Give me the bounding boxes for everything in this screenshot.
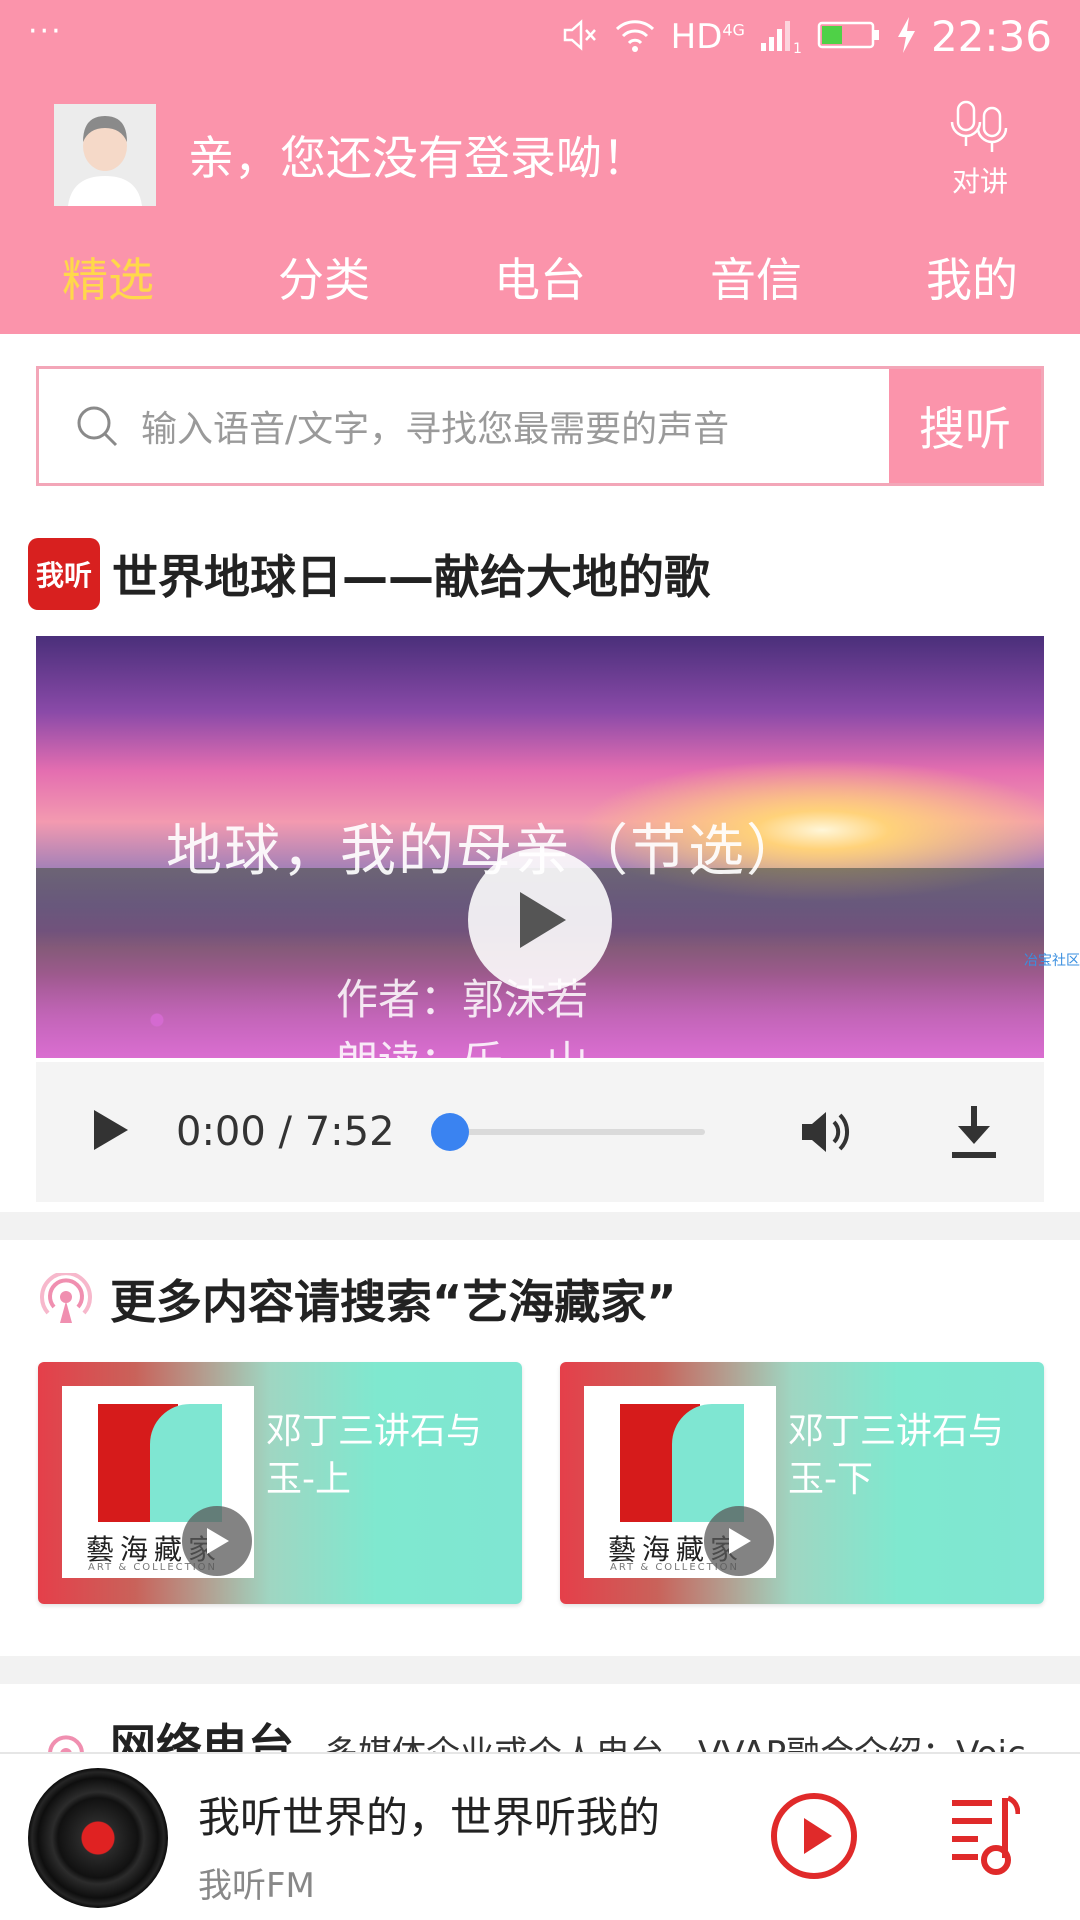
featured-video[interactable]: 地球，我的母亲（节选） 作者：郭沫若 朗读：乐 山	[36, 636, 1044, 1058]
app-header: 亲，您还没有登录呦！ 对讲 精选 分类 电台 音信 我的	[0, 72, 1080, 334]
brand-logo: 我听	[28, 538, 100, 610]
now-playing-subtitle: 我听FM	[198, 1866, 315, 1906]
featured-title[interactable]: 世界地球日——献给大地的歌	[112, 541, 710, 607]
card-title: 邓丁三讲石与玉-上	[266, 1411, 483, 1500]
card-title: 邓丁三讲石与玉-下	[788, 1411, 1005, 1500]
avatar[interactable]	[54, 104, 156, 206]
search-icon	[77, 406, 118, 447]
audio-time: 0:00 / 7:52	[176, 1109, 395, 1155]
section-divider	[0, 1656, 1080, 1684]
charging-icon	[895, 15, 917, 59]
playlist-button[interactable]	[950, 1794, 1021, 1882]
notification-dots: ···	[28, 14, 63, 49]
mini-play-button[interactable]	[770, 1792, 858, 1884]
download-icon	[952, 1106, 996, 1158]
playlist-icon	[952, 1795, 1021, 1875]
download-button[interactable]	[948, 1102, 1000, 1166]
talk-button[interactable]: 对讲	[940, 98, 1020, 198]
tab-messages[interactable]: 音信	[671, 244, 841, 310]
content-card[interactable]: 藝海藏家 ART & COLLECTION 邓丁三讲石与玉-下	[560, 1362, 1044, 1604]
more-content-header: 更多内容请搜索“艺海藏家”	[40, 1264, 676, 1334]
radio-title[interactable]: 网络电台	[110, 1710, 294, 1756]
battery-icon	[817, 17, 881, 57]
card-thumbnail: 藝海藏家 ART & COLLECTION	[62, 1386, 254, 1578]
talk-label: 对讲	[951, 165, 1008, 198]
play-icon	[207, 1528, 229, 1554]
play-icon	[729, 1528, 751, 1554]
volume-button[interactable]	[796, 1102, 856, 1166]
tab-featured[interactable]: 精选	[23, 244, 193, 310]
audio-progress-bar[interactable]	[430, 1113, 705, 1151]
network-type: HD4G	[670, 16, 745, 57]
watermark: 冶宝社区	[1024, 953, 1080, 969]
vinyl-disc[interactable]	[28, 1768, 168, 1908]
status-bar: ··· HD4G 1 22:36	[0, 0, 1080, 72]
audio-progress-knob[interactable]	[430, 1113, 469, 1151]
play-icon	[94, 1110, 128, 1150]
broadcast-icon	[40, 1273, 92, 1323]
search-placeholder: 输入语音/文字，寻找您最需要的声音	[141, 409, 730, 450]
nav-tabs: 精选 分类 电台 音信 我的	[0, 242, 1080, 312]
mini-player: 我听世界的，世界听我的 我听FM	[0, 1752, 1080, 1920]
microphone-icon	[950, 100, 1008, 152]
play-icon	[520, 892, 566, 948]
default-avatar-icon	[54, 104, 156, 206]
card-play-button[interactable]	[182, 1506, 252, 1576]
wifi-icon	[613, 15, 657, 59]
status-indicators: HD4G 1 22:36	[559, 12, 1052, 61]
volume-icon	[802, 1112, 850, 1152]
play-circle-icon	[771, 1793, 857, 1879]
audio-play-button[interactable]	[90, 1108, 130, 1156]
thumb-teal-block	[672, 1404, 744, 1522]
search-input[interactable]: 输入语音/文字，寻找您最需要的声音	[39, 369, 889, 483]
featured-header: 我听 世界地球日——献给大地的歌	[28, 538, 710, 610]
content-card[interactable]: 藝海藏家 ART & COLLECTION 邓丁三讲石与玉-上	[38, 1362, 522, 1604]
now-playing-title[interactable]: 我听世界的，世界听我的	[198, 1784, 660, 1845]
video-caption-reader: 朗读：乐 山	[336, 1028, 588, 1058]
radio-section-header: 网络电台 多媒体企业或个人电台，VVAP融合介绍：Voic	[40, 1710, 1080, 1756]
tab-categories[interactable]: 分类	[239, 244, 409, 310]
login-prompt[interactable]: 亲，您还没有登录呦！	[188, 122, 648, 188]
card-thumbnail: 藝海藏家 ART & COLLECTION	[584, 1386, 776, 1578]
mute-icon	[559, 15, 599, 59]
card-play-button[interactable]	[704, 1506, 774, 1576]
tab-radio[interactable]: 电台	[455, 244, 625, 310]
audio-player: 0:00 / 7:52	[36, 1062, 1044, 1202]
search-bar: 输入语音/文字，寻找您最需要的声音 搜听	[36, 366, 1044, 486]
search-button[interactable]: 搜听	[889, 369, 1041, 483]
tab-mine[interactable]: 我的	[887, 244, 1057, 310]
thumb-teal-block	[150, 1404, 222, 1522]
svg-text:1: 1	[793, 41, 802, 55]
clock: 22:36	[930, 12, 1052, 61]
video-play-button[interactable]	[468, 848, 612, 992]
section-divider	[0, 1212, 1080, 1240]
signal-icon: 1	[759, 15, 803, 59]
more-content-title: 更多内容请搜索“艺海藏家”	[110, 1275, 677, 1329]
